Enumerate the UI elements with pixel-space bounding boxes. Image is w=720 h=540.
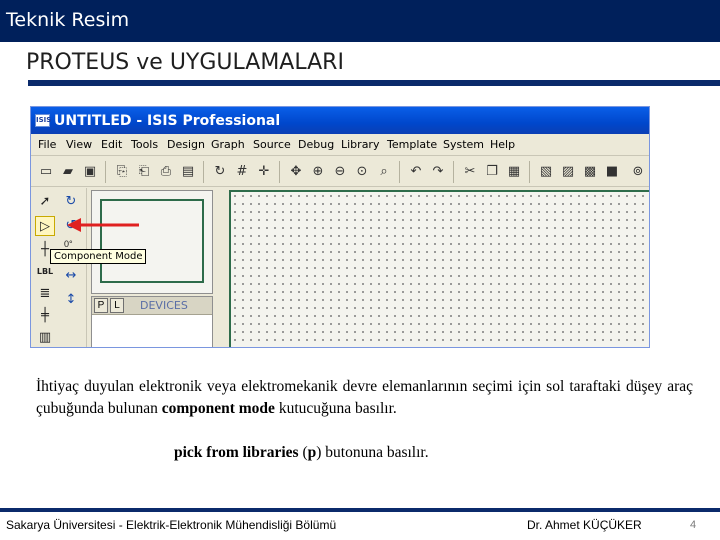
zoom-area-icon[interactable]: ⌕ bbox=[375, 163, 393, 181]
zoom-out-icon[interactable]: ⊖ bbox=[331, 163, 349, 181]
refresh-icon[interactable]: ↻ bbox=[211, 163, 229, 181]
instruction-text-b: kutucuğuna basılır. bbox=[274, 400, 397, 417]
mirror-horizontal-icon[interactable]: ↔ bbox=[61, 266, 81, 286]
import-icon[interactable]: ⎘ bbox=[113, 163, 131, 181]
toolbar-separator bbox=[279, 161, 280, 183]
page-number: 4 bbox=[690, 519, 697, 531]
zoom-all-icon[interactable]: ⊙ bbox=[353, 163, 371, 181]
menu-debug[interactable]: Debug bbox=[298, 138, 334, 151]
export-icon[interactable]: ⎗ bbox=[135, 163, 153, 181]
block-move-icon[interactable]: ▨ bbox=[559, 163, 577, 181]
component-mode-tooltip: Component Mode bbox=[50, 249, 147, 264]
block-delete-icon[interactable]: ■ bbox=[603, 163, 621, 181]
toolbar-separator bbox=[203, 161, 204, 183]
slide-title: PROTEUS ve UYGULAMALARI bbox=[26, 50, 344, 75]
menu-source[interactable]: Source bbox=[253, 138, 291, 151]
isis-app-icon: ISIS bbox=[35, 114, 51, 127]
mirror-vertical-icon[interactable]: ↕ bbox=[61, 290, 81, 310]
devices-header: P L DEVICES bbox=[92, 297, 212, 315]
text-script-icon[interactable]: ≣ bbox=[35, 284, 55, 304]
menu-template[interactable]: Template bbox=[387, 138, 437, 151]
window-title: UNTITLED - ISIS Professional bbox=[54, 113, 281, 129]
menu-system[interactable]: System bbox=[443, 138, 484, 151]
footer-institution: Sakarya Üniversitesi - Elektrik-Elektron… bbox=[6, 518, 337, 532]
rotate-clockwise-icon[interactable]: ↻ bbox=[61, 192, 81, 212]
overview-frame bbox=[100, 199, 204, 283]
main-toolbar: ▭ ▰ ▣ ⎘ ⎗ ⎙ ▤ ↻ # ✛ ✥ ⊕ ⊖ ⊙ ⌕ ↶ ↷ ✂ ❐ ▦ … bbox=[31, 157, 649, 187]
footer-divider bbox=[0, 508, 720, 512]
isis-screenshot: ISIS UNTITLED - ISIS Professional File V… bbox=[30, 106, 650, 348]
search-icon[interactable]: ⊚ bbox=[629, 163, 647, 181]
title-divider bbox=[28, 80, 720, 86]
editing-canvas[interactable] bbox=[229, 190, 649, 347]
menu-help[interactable]: Help bbox=[490, 138, 515, 151]
rotation-angle: 0° bbox=[64, 239, 73, 249]
selection-mode-icon[interactable]: ➚ bbox=[35, 192, 55, 212]
instruction-paragraph: İhtiyaç duyulan elektronik veya elektrom… bbox=[36, 376, 693, 420]
origin-icon[interactable]: ✛ bbox=[255, 163, 273, 181]
pick-devices-button[interactable]: P bbox=[94, 298, 108, 313]
zoom-in-icon[interactable]: ⊕ bbox=[309, 163, 327, 181]
open-file-icon[interactable]: ▰ bbox=[59, 163, 77, 181]
menu-graph[interactable]: Graph bbox=[211, 138, 245, 151]
library-manager-button[interactable]: L bbox=[110, 298, 124, 313]
grid-icon[interactable]: # bbox=[233, 163, 251, 181]
mode-toolbar: ➚ ▷ ┼ LBL ≣ ╪ ▥ ↻ ↺ ↔ ↕ bbox=[31, 188, 87, 347]
area-icon[interactable]: ▤ bbox=[179, 163, 197, 181]
pick-text-end: ) butonuna basılır. bbox=[316, 444, 429, 461]
instruction-bold-term: component mode bbox=[161, 400, 275, 417]
window-title-bar: ISIS UNTITLED - ISIS Professional bbox=[31, 107, 649, 134]
pick-bold-term: pick from libraries bbox=[174, 444, 299, 461]
canvas-gutter bbox=[219, 190, 229, 347]
menu-edit[interactable]: Edit bbox=[101, 138, 122, 151]
print-icon[interactable]: ⎙ bbox=[157, 163, 175, 181]
pick-instruction: pick from libraries (p) butonuna basılır… bbox=[174, 444, 429, 462]
block-copy-icon[interactable]: ▧ bbox=[537, 163, 555, 181]
pick-paren-open: ( bbox=[298, 444, 308, 461]
menu-tools[interactable]: Tools bbox=[131, 138, 158, 151]
toolbar-separator bbox=[453, 161, 454, 183]
menu-design[interactable]: Design bbox=[167, 138, 205, 151]
paste-icon[interactable]: ▦ bbox=[505, 163, 523, 181]
menu-file[interactable]: File bbox=[38, 138, 56, 151]
footer-author: Dr. Ahmet KÜÇÜKER bbox=[527, 518, 642, 532]
menu-view[interactable]: View bbox=[66, 138, 92, 151]
bus-icon[interactable]: ╪ bbox=[35, 306, 55, 326]
block-rotate-icon[interactable]: ▩ bbox=[581, 163, 599, 181]
devices-panel: P L DEVICES bbox=[91, 296, 213, 347]
save-icon[interactable]: ▣ bbox=[81, 163, 99, 181]
new-file-icon[interactable]: ▭ bbox=[37, 163, 55, 181]
menu-library[interactable]: Library bbox=[341, 138, 379, 151]
slide-header-bar: Teknik Resim bbox=[0, 0, 720, 42]
pick-bold-key: p bbox=[307, 444, 317, 461]
copy-icon[interactable]: ❐ bbox=[483, 163, 501, 181]
pan-icon[interactable]: ✥ bbox=[287, 163, 305, 181]
overview-window[interactable] bbox=[91, 190, 213, 294]
subcircuit-icon[interactable]: ▥ bbox=[35, 328, 55, 347]
redo-icon[interactable]: ↷ bbox=[429, 163, 447, 181]
menu-bar: File View Edit Tools Design Graph Source… bbox=[31, 135, 649, 156]
component-mode-icon[interactable]: ▷ bbox=[35, 216, 55, 236]
slide-header-title: Teknik Resim bbox=[6, 9, 130, 31]
toolbar-separator bbox=[105, 161, 106, 183]
undo-icon[interactable]: ↶ bbox=[407, 163, 425, 181]
toolbar-separator bbox=[399, 161, 400, 183]
cut-icon[interactable]: ✂ bbox=[461, 163, 479, 181]
devices-label: DEVICES bbox=[140, 299, 188, 312]
rotate-anticlockwise-icon[interactable]: ↺ bbox=[61, 216, 81, 236]
wire-label-icon[interactable]: LBL bbox=[35, 262, 55, 282]
toolbar-separator bbox=[529, 161, 530, 183]
